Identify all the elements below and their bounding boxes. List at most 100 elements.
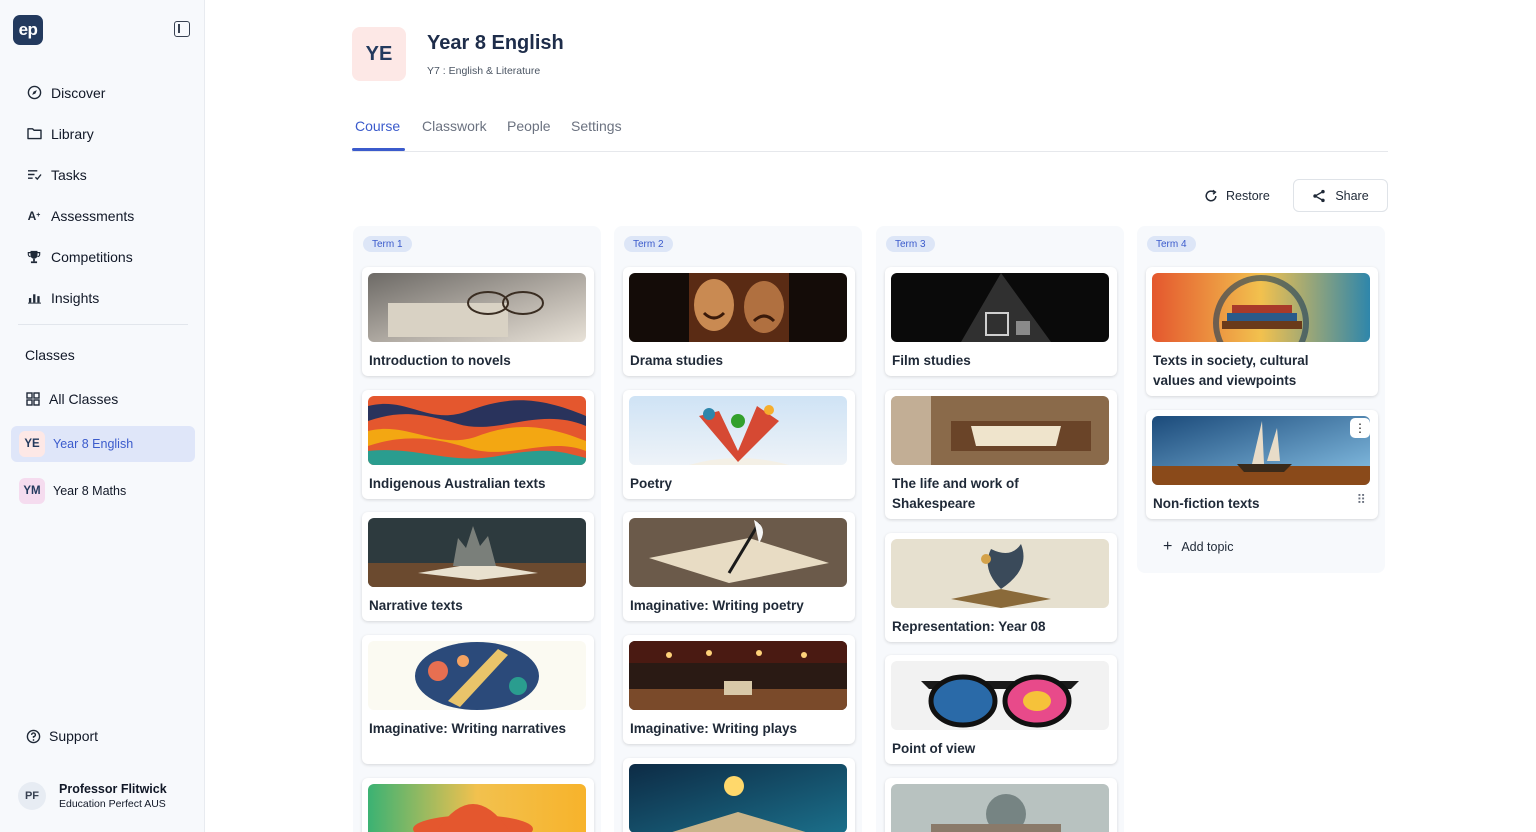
topic-card[interactable]: ⋮ Non-fiction texts ⠿ — [1146, 410, 1378, 519]
class-avatar: YE — [19, 431, 45, 457]
term-column-4: Term 4 Texts in society, cultural values… — [1137, 226, 1385, 573]
grid-icon — [26, 392, 40, 406]
topic-card[interactable]: Poetry — [623, 390, 855, 499]
topic-image — [891, 661, 1109, 730]
topic-card[interactable]: Introduction to novels — [362, 267, 594, 376]
sidebar-collapse-icon[interactable] — [174, 21, 190, 37]
topic-card[interactable]: Imaginative: Writing poetry — [623, 512, 855, 621]
topic-image — [368, 784, 586, 832]
nav-item-assessments[interactable]: A + Assessments — [18, 195, 190, 236]
topic-card[interactable]: Representation: Year 08 — [885, 533, 1117, 642]
topic-title: Representation: Year 08 — [892, 619, 1046, 634]
topic-image — [891, 273, 1109, 342]
topic-title: Indigenous Australian texts — [369, 476, 546, 491]
classes-heading: Classes — [25, 347, 75, 363]
share-label: Share — [1335, 188, 1369, 203]
topic-title: Narrative texts — [369, 598, 463, 613]
topic-title: The life and work of Shakespeare — [892, 476, 1019, 511]
topic-image — [629, 396, 847, 465]
course-badge: YE — [352, 27, 406, 81]
sidebar-divider — [18, 324, 188, 325]
term-label: Term 1 — [363, 236, 412, 252]
topic-card[interactable] — [362, 778, 594, 832]
tab-course[interactable]: Course — [355, 118, 400, 134]
nav-label: Discover — [51, 84, 106, 101]
avatar: PF — [18, 782, 46, 810]
topic-card[interactable]: Imaginative: Writing narratives — [362, 635, 594, 764]
support-label: Support — [49, 728, 99, 744]
assessment-icon: A + — [27, 208, 41, 223]
topic-title: Drama studies — [630, 353, 724, 368]
topic-image — [368, 273, 586, 342]
nav-label: Library — [51, 125, 94, 142]
topic-card[interactable]: Drama studies — [623, 267, 855, 376]
topic-image — [629, 641, 847, 710]
topic-image — [629, 518, 847, 587]
topic-card[interactable]: Indigenous Australian texts — [362, 390, 594, 499]
nav-label: Assessments — [51, 207, 135, 224]
topic-title: Imaginative: Writing narratives — [369, 721, 567, 736]
topic-title: Poetry — [630, 476, 673, 491]
add-topic-label: Add topic — [1181, 540, 1234, 554]
nav-item-discover[interactable]: Discover — [18, 72, 190, 113]
term-label: Term 2 — [624, 236, 673, 252]
topic-card[interactable]: Point of view — [885, 655, 1117, 764]
course-subtitle: Y7 : English & Literature — [427, 65, 541, 77]
nav-label: Insights — [51, 289, 100, 306]
compass-icon — [26, 85, 42, 101]
class-avatar: YM — [19, 478, 45, 504]
tab-settings[interactable]: Settings — [571, 118, 622, 134]
share-icon — [1312, 189, 1326, 203]
topic-image — [368, 641, 586, 710]
topic-title: Film studies — [892, 353, 971, 368]
restore-button[interactable]: Restore — [1196, 180, 1278, 212]
nav-item-insights[interactable]: Insights — [18, 277, 190, 318]
term-column-1: Term 1 Introduction to novels Indigenous… — [353, 226, 601, 832]
topic-card[interactable]: Narrative texts — [362, 512, 594, 621]
share-button[interactable]: Share — [1293, 179, 1388, 212]
chart-icon — [26, 290, 42, 306]
topic-card[interactable] — [885, 778, 1117, 832]
nav-item-library[interactable]: Library — [18, 113, 190, 154]
topic-image — [891, 539, 1109, 608]
all-classes-link[interactable]: All Classes — [18, 379, 190, 419]
drag-handle-icon[interactable]: ⠿ — [1356, 492, 1366, 508]
topic-card[interactable]: Film studies — [885, 267, 1117, 376]
trophy-icon — [26, 249, 42, 265]
topic-card[interactable]: The life and work of Shakespeare — [885, 390, 1117, 519]
topic-title: Non-fiction texts — [1153, 496, 1260, 511]
tab-classwork[interactable]: Classwork — [422, 118, 487, 134]
topic-card[interactable]: Texts in society, cultural values and vi… — [1146, 267, 1378, 396]
main-nav: Discover Library Tasks A + Assessments Co… — [18, 72, 190, 318]
tab-people[interactable]: People — [507, 118, 551, 134]
tasks-icon — [26, 167, 42, 183]
topic-title: Imaginative: Writing poetry — [630, 598, 804, 613]
more-options-icon[interactable]: ⋮ — [1350, 418, 1370, 438]
topic-image — [1152, 273, 1370, 342]
profile-org: Education Perfect AUS — [59, 798, 166, 810]
all-classes-label: All Classes — [49, 391, 119, 407]
term-label: Term 3 — [886, 236, 935, 252]
topic-image — [1152, 416, 1370, 485]
topic-image — [891, 396, 1109, 465]
nav-item-competitions[interactable]: Competitions — [18, 236, 190, 277]
topic-card[interactable]: Imaginative: Writing plays — [623, 635, 855, 744]
topic-image — [368, 518, 586, 587]
support-link[interactable]: Support — [26, 728, 98, 744]
nav-label: Tasks — [51, 166, 87, 183]
add-topic-button[interactable]: + Add topic — [1163, 539, 1233, 555]
plus-icon: + — [1163, 538, 1173, 555]
topic-card[interactable] — [623, 758, 855, 832]
nav-item-tasks[interactable]: Tasks — [18, 154, 190, 195]
topic-title: Point of view — [892, 741, 976, 756]
nav-label: Competitions — [51, 248, 133, 265]
class-name: Year 8 Maths — [53, 484, 127, 498]
term-label: Term 4 — [1147, 236, 1196, 252]
folder-icon — [26, 126, 42, 142]
ep-logo[interactable]: ep — [13, 15, 43, 45]
topic-image — [629, 273, 847, 342]
sidebar: ep Discover Library Tasks A + Assessments — [0, 0, 205, 832]
class-item-year-8-maths[interactable]: YM Year 8 Maths — [11, 473, 195, 509]
user-profile[interactable]: PF Professor Flitwick Education Perfect … — [18, 782, 167, 810]
class-item-year-8-english[interactable]: YE Year 8 English — [11, 426, 195, 462]
